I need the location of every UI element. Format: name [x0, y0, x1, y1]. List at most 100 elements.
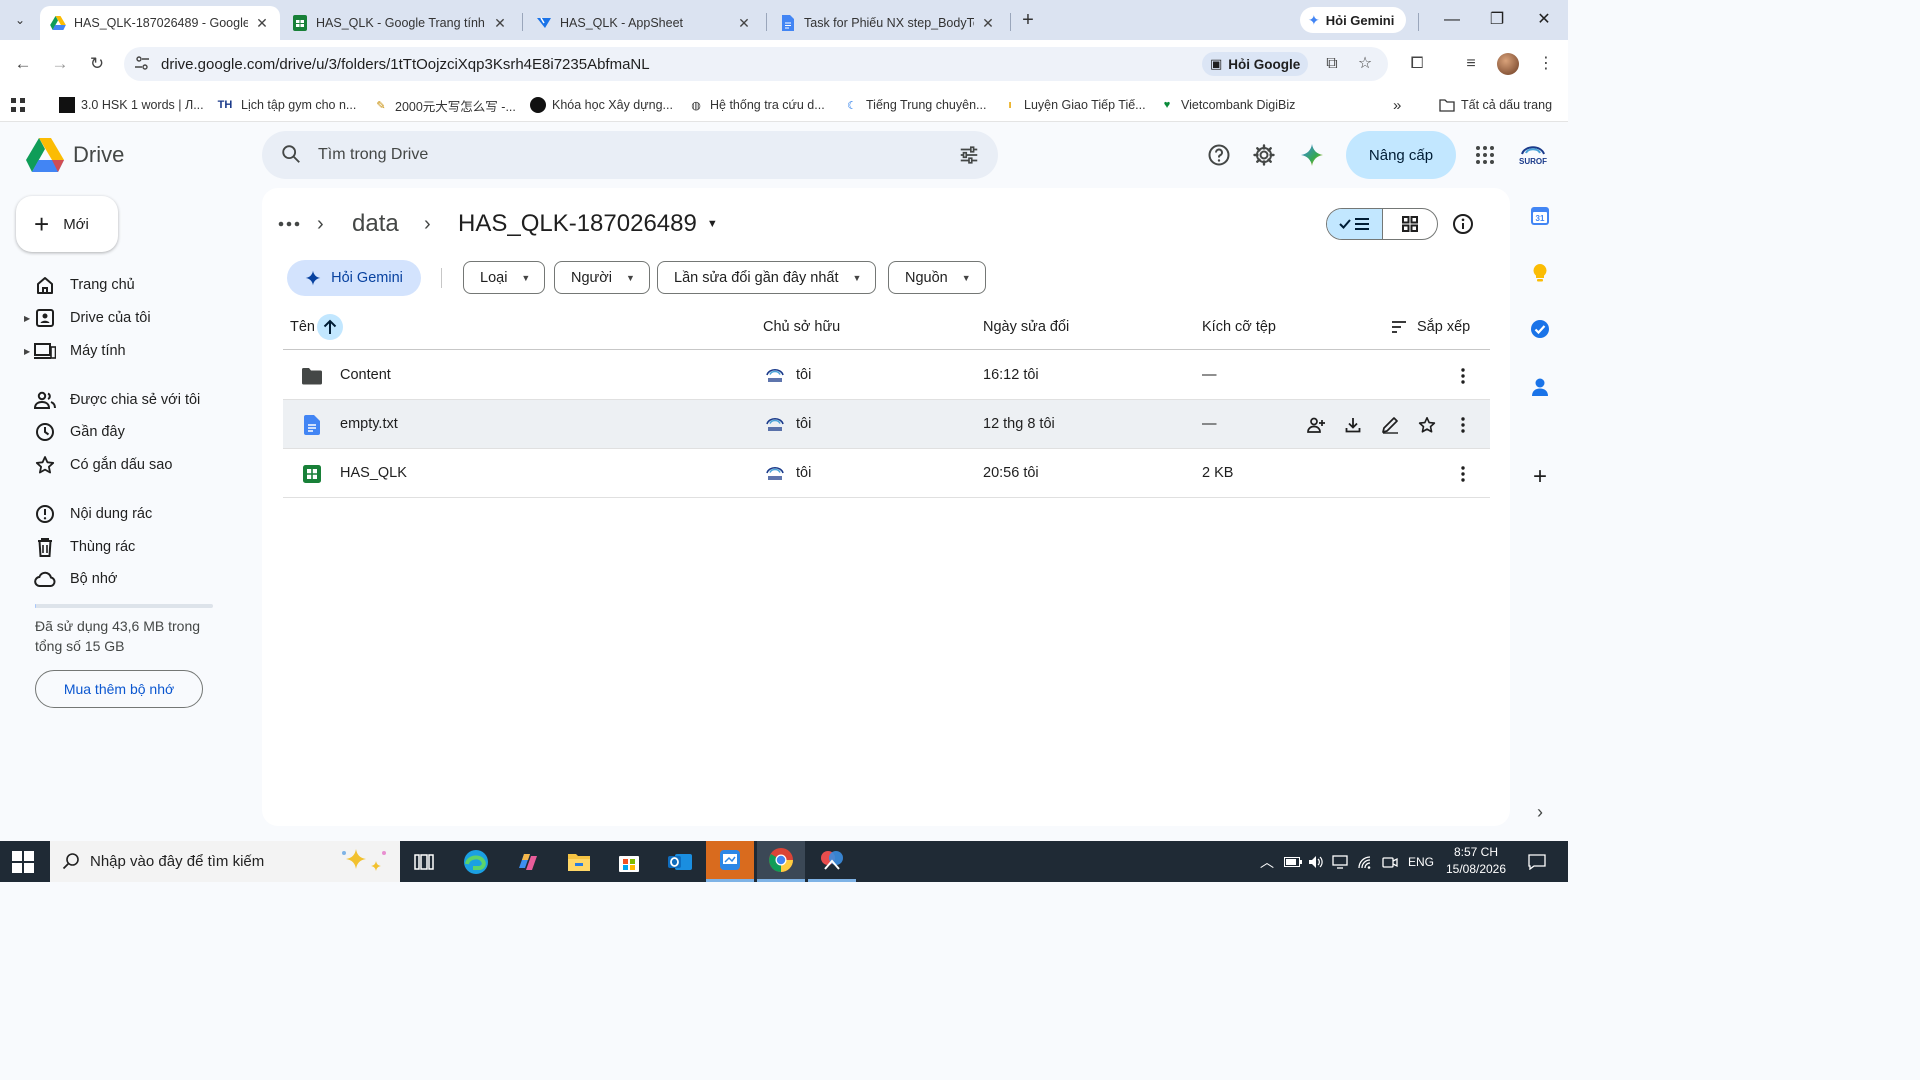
meet-now-icon[interactable] [1378, 841, 1402, 882]
tab-appsheet[interactable]: HAS_QLK - AppSheet ✕ [526, 6, 762, 40]
list-view-button[interactable] [1327, 209, 1382, 239]
bookmark-item[interactable]: ◍ Hệ thống tra cứu d... [688, 94, 825, 116]
install-app-icon[interactable]: ⧉ [1322, 54, 1342, 74]
volume-icon[interactable] [1305, 841, 1327, 882]
help-icon[interactable] [1206, 142, 1232, 168]
back-arrow-icon[interactable]: ← [11, 52, 35, 76]
close-tab-icon[interactable]: ✕ [492, 15, 508, 32]
add-star-icon[interactable] [1415, 413, 1439, 437]
sidebar-item-computers[interactable]: ▶ Máy tính [24, 335, 234, 367]
search-input[interactable] [318, 131, 918, 179]
show-side-panel-chevron-icon[interactable]: › [1528, 800, 1552, 824]
extensions-puzzle-icon[interactable]: ⧠ [1405, 52, 1429, 76]
file-name[interactable]: Content [340, 367, 391, 383]
tab-docs[interactable]: Task for Phiếu NX step_BodyTemplate ✕ [770, 6, 1006, 40]
battery-icon[interactable] [1282, 841, 1304, 882]
taskbar-search-input[interactable] [90, 853, 330, 870]
sort-ascending-arrow-icon[interactable] [317, 314, 343, 340]
filter-people-chip[interactable]: Người ▼ [554, 261, 650, 294]
upgrade-button[interactable]: Nâng cấp [1346, 131, 1456, 179]
media-control-icon[interactable]: ≡ [1459, 52, 1483, 76]
drive-app-name[interactable]: Drive [73, 142, 124, 168]
chrome-browser-icon[interactable] [757, 841, 805, 882]
address-bar[interactable]: drive.google.com/drive/u/3/folders/1tTtO… [124, 47, 1388, 81]
details-info-icon[interactable] [1452, 213, 1474, 235]
tasks-check-icon[interactable] [1528, 317, 1552, 341]
calendar-app-icon[interactable]: 31 [1528, 204, 1552, 228]
table-row[interactable]: HAS_QLK tôi 20:56 tôi 2 KB [283, 449, 1490, 498]
bookmark-star-icon[interactable]: ☆ [1355, 54, 1375, 74]
copilot-icon[interactable] [504, 841, 552, 882]
more-actions-kebab-icon[interactable] [1451, 364, 1475, 388]
settings-gear-icon[interactable] [1251, 142, 1277, 168]
kebab-menu-icon[interactable]: ⋮ [1534, 52, 1558, 76]
grid-view-button[interactable] [1381, 209, 1437, 239]
download-icon[interactable] [1341, 413, 1365, 437]
share-add-person-icon[interactable] [1304, 413, 1328, 437]
tab-sheets[interactable]: HAS_QLK - Google Trang tính ✕ [282, 6, 518, 40]
microsoft-store-icon[interactable] [605, 841, 653, 882]
display-icon[interactable] [1329, 841, 1351, 882]
edge-browser-icon[interactable] [452, 841, 500, 882]
column-header-owner[interactable]: Chủ sở hữu [763, 319, 840, 335]
keep-bulb-icon[interactable] [1528, 261, 1552, 285]
wifi-icon[interactable] [1354, 841, 1376, 882]
minimize-icon[interactable]: — [1432, 8, 1472, 32]
filter-type-chip[interactable]: Loại ▼ [463, 261, 546, 294]
apps-grid-icon[interactable] [10, 94, 26, 116]
tab-search-chevron-icon[interactable]: ⌄ [8, 8, 32, 32]
close-tab-icon[interactable]: ✕ [736, 15, 752, 32]
close-tab-icon[interactable]: ✕ [254, 15, 270, 32]
new-tab-plus-icon[interactable]: + [1016, 8, 1040, 32]
breadcrumb-parent[interactable]: data [352, 206, 399, 242]
bookmark-item[interactable]: 3.0 HSK 1 words | Л... [59, 94, 204, 116]
account-avatar[interactable]: SUROF [1516, 140, 1550, 170]
bookmark-item[interactable]: ♥ Vietcombank DigiBiz [1159, 94, 1296, 116]
windows-start-icon[interactable] [12, 851, 34, 873]
url-text[interactable]: drive.google.com/drive/u/3/folders/1tTtO… [161, 56, 650, 73]
expand-caret-icon[interactable]: ▶ [24, 314, 34, 323]
sidebar-item-my-drive[interactable]: ▶ Drive của tôi [24, 302, 234, 334]
bookmark-item[interactable]: TH Lịch tập gym cho n... [215, 94, 357, 116]
breadcrumb-current[interactable]: HAS_QLK-187026489 ▼ [458, 206, 718, 242]
expand-caret-icon[interactable]: ▶ [24, 347, 34, 356]
column-header-name[interactable]: Tên [290, 319, 315, 335]
filter-modified-chip[interactable]: Lần sửa đổi gần đây nhất ▼ [657, 261, 877, 294]
contacts-person-icon[interactable] [1528, 375, 1552, 399]
new-button[interactable]: + Mới [16, 196, 118, 252]
tab-drive[interactable]: HAS_QLK-187026489 - Google Drive ✕ [40, 6, 280, 40]
search-options-sliders-icon[interactable] [958, 144, 980, 166]
taskbar-search-box[interactable] [50, 841, 400, 882]
ask-gemini-chip[interactable]: Hỏi Gemini [287, 260, 421, 296]
outlook-icon[interactable] [656, 841, 704, 882]
gemini-spark-icon[interactable] [1299, 142, 1325, 168]
search-icon[interactable] [280, 143, 302, 165]
breadcrumb-more-icon[interactable] [278, 206, 300, 242]
more-actions-kebab-icon[interactable] [1451, 413, 1475, 437]
whiteboard-app-icon[interactable] [706, 841, 754, 882]
profile-avatar[interactable] [1497, 53, 1519, 75]
sidebar-item-spam[interactable]: Nội dung rác [24, 498, 234, 530]
task-view-icon[interactable] [400, 841, 448, 882]
snipping-tool-icon[interactable] [808, 841, 856, 882]
google-apps-grid-icon[interactable] [1472, 142, 1498, 168]
sidebar-item-starred[interactable]: Có gắn dấu sao [24, 449, 234, 481]
site-info-icon[interactable] [134, 55, 152, 73]
taskbar-clock[interactable]: 8:57 CH 15/08/2026 [1440, 844, 1512, 878]
get-addons-plus-icon[interactable]: + [1528, 463, 1552, 490]
table-row[interactable]: Content tôi 16:12 tôi — [283, 351, 1490, 400]
drive-search-bar[interactable] [262, 131, 998, 179]
show-hidden-icons-chevron-icon[interactable]: ︿ [1256, 841, 1278, 882]
sort-button[interactable]: Sắp xếp [1391, 319, 1470, 335]
close-window-icon[interactable]: ✕ [1524, 8, 1564, 32]
sidebar-item-recent[interactable]: Gần đây [24, 416, 234, 448]
column-header-modified[interactable]: Ngày sửa đổi [983, 319, 1069, 335]
input-language-indicator[interactable]: ENG [1404, 841, 1438, 882]
bookmark-item[interactable]: ☾ Tiếng Trung chuyên... [844, 94, 986, 116]
forward-arrow-icon[interactable]: → [48, 52, 72, 76]
all-bookmarks-button[interactable]: Tất cả dấu trang [1439, 94, 1552, 116]
reload-icon[interactable]: ↻ [85, 52, 109, 76]
file-name[interactable]: empty.txt [340, 416, 398, 432]
ask-google-button[interactable]: ▣ Hỏi Google [1202, 52, 1309, 76]
sidebar-item-home[interactable]: Trang chủ [24, 269, 234, 301]
